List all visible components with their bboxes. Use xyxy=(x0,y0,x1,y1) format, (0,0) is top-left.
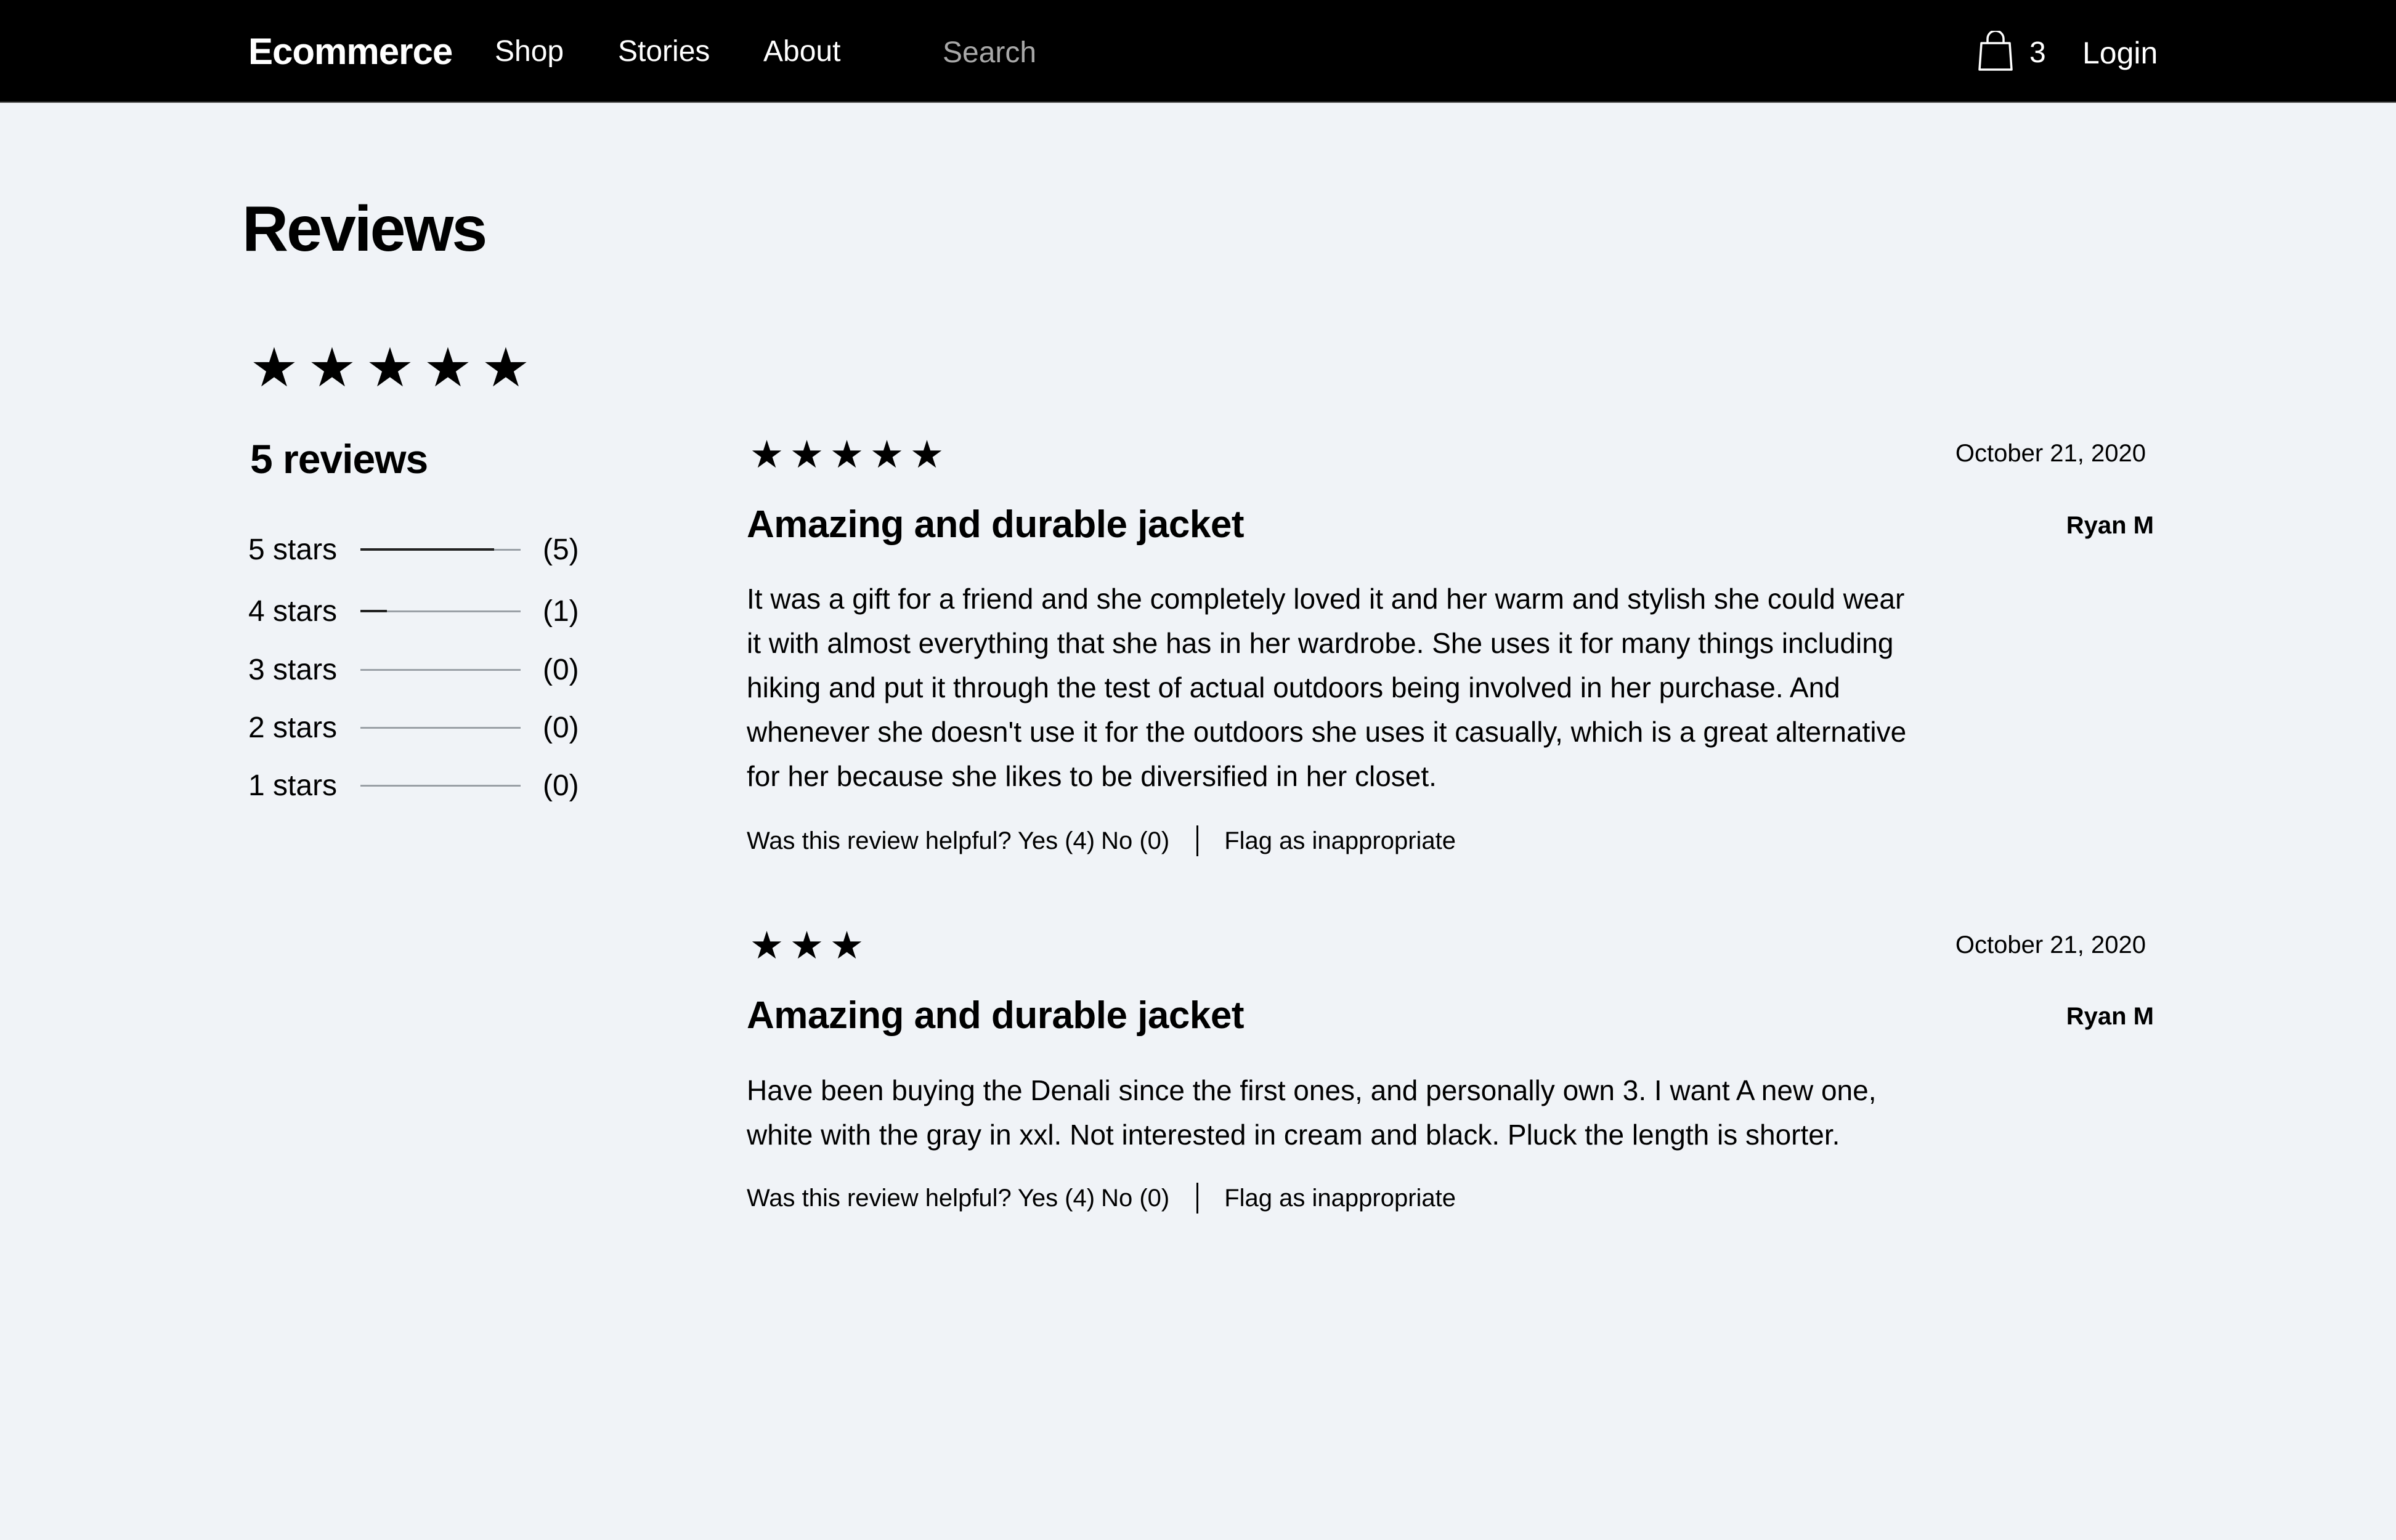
rating-breakdown-row[interactable]: 2 stars (0) xyxy=(248,706,581,749)
star-icon: ★ xyxy=(423,337,473,398)
review-body: Have been buying the Denali since the fi… xyxy=(747,1074,1877,1151)
review-helpful-row: Was this review helpful? Yes (4) No (0) … xyxy=(747,1181,1456,1215)
star-icon: ★ xyxy=(365,337,415,398)
flag-inappropriate-link[interactable]: Flag as inappropriate xyxy=(1224,1185,1456,1212)
breakdown-label: 3 stars xyxy=(248,653,338,686)
review-helpful-row: Was this review helpful? Yes (4) No (0) … xyxy=(747,824,1456,858)
breakdown-bar-fill xyxy=(360,610,388,612)
star-icon: ★ xyxy=(829,434,864,476)
page-title: Reviews xyxy=(242,193,487,265)
breakdown-count: (0) xyxy=(543,769,579,802)
breakdown-label: 1 stars xyxy=(248,769,338,802)
login-link[interactable]: Login xyxy=(2082,31,2158,75)
breakdown-bar xyxy=(360,548,521,551)
nav-link-shop[interactable]: Shop xyxy=(495,30,564,74)
review-author: Ryan M xyxy=(2066,1003,2154,1030)
breakdown-count: (0) xyxy=(543,711,579,744)
breakdown-bar xyxy=(360,610,521,612)
divider xyxy=(1196,1183,1199,1214)
nav-link-stories[interactable]: Stories xyxy=(618,30,710,74)
breakdown-count: (5) xyxy=(543,533,579,566)
helpful-no-button[interactable]: No (0) xyxy=(1101,827,1169,855)
star-icon: ★ xyxy=(307,337,357,398)
breakdown-count: (1) xyxy=(543,594,579,628)
search-input[interactable] xyxy=(943,25,1263,80)
star-icon: ★ xyxy=(250,337,299,398)
cart-button[interactable]: 3 xyxy=(1978,29,2046,75)
review-rating-stars: ★ ★ ★ xyxy=(747,927,867,965)
nav-link-about[interactable]: About xyxy=(763,30,840,74)
shopping-bag-icon xyxy=(1978,29,2013,75)
brand-logo[interactable]: Ecommerce xyxy=(248,27,453,76)
star-icon: ★ xyxy=(789,434,824,476)
breakdown-bar xyxy=(360,726,521,729)
rating-breakdown-row[interactable]: 4 stars (1) xyxy=(248,590,581,633)
star-icon: ★ xyxy=(749,434,784,476)
review-body: It was a gift for a friend and she compl… xyxy=(747,583,1907,792)
total-reviews-count: 5 reviews xyxy=(250,436,428,482)
rating-breakdown-row[interactable]: 1 stars (0) xyxy=(248,764,581,807)
helpful-yes-button[interactable]: Yes (4) xyxy=(1018,827,1095,855)
rating-breakdown-row[interactable]: 5 stars (5) xyxy=(248,528,581,571)
breakdown-label: 2 stars xyxy=(248,711,338,744)
review-title: Amazing and durable jacket xyxy=(747,503,1245,546)
breakdown-bar-fill xyxy=(360,548,494,551)
star-icon: ★ xyxy=(909,434,944,476)
star-icon: ★ xyxy=(869,434,904,476)
overall-rating-stars: ★ ★ ★ ★ ★ xyxy=(245,341,535,395)
breakdown-bar xyxy=(360,784,521,787)
flag-inappropriate-link[interactable]: Flag as inappropriate xyxy=(1224,827,1456,855)
review-rating-stars: ★ ★ ★ ★ ★ xyxy=(747,436,947,474)
top-nav: Ecommerce Shop Stories About 3 Login xyxy=(0,0,2396,103)
breakdown-count: (0) xyxy=(543,653,579,686)
review-title: Amazing and durable jacket xyxy=(747,994,1245,1037)
star-icon: ★ xyxy=(789,925,824,967)
star-icon: ★ xyxy=(481,337,530,398)
helpful-yes-button[interactable]: Yes (4) xyxy=(1018,1185,1095,1212)
helpful-question: Was this review helpful? xyxy=(747,1184,1012,1212)
rating-breakdown-row[interactable]: 3 stars (0) xyxy=(248,648,581,691)
cart-count: 3 xyxy=(2029,36,2046,69)
review-date: October 21, 2020 xyxy=(1955,440,2146,467)
breakdown-bar xyxy=(360,668,521,671)
helpful-question: Was this review helpful? xyxy=(747,827,1012,854)
helpful-no-button[interactable]: No (0) xyxy=(1101,1185,1169,1212)
breakdown-label: 5 stars xyxy=(248,533,338,566)
breakdown-label: 4 stars xyxy=(248,594,338,628)
divider xyxy=(1196,825,1199,856)
review-date: October 21, 2020 xyxy=(1955,931,2146,958)
star-icon: ★ xyxy=(749,925,784,967)
star-icon: ★ xyxy=(829,925,864,967)
review-author: Ryan M xyxy=(2066,512,2154,539)
